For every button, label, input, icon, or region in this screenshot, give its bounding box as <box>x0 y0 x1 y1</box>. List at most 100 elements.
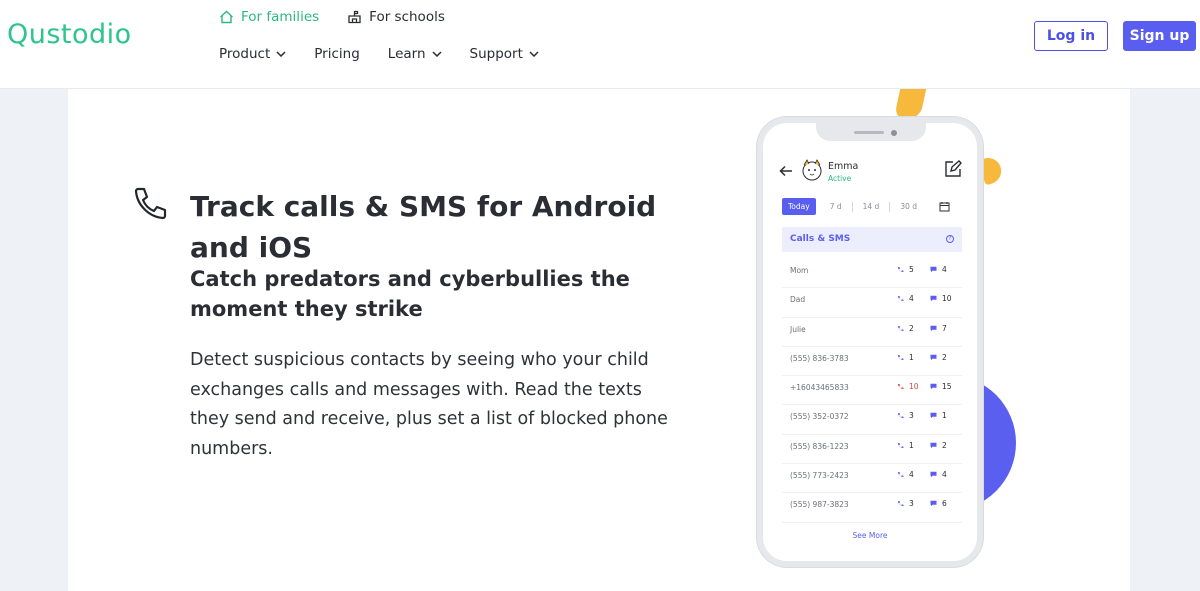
nav-pricing[interactable]: Pricing <box>314 46 360 62</box>
qustodio-logo[interactable]: Qustodio <box>7 19 132 50</box>
sms-count-value: 2 <box>942 440 947 450</box>
list-item[interactable]: Dad 4 10 <box>782 288 962 318</box>
for-families-link[interactable]: For families <box>219 8 319 26</box>
nav-support-label: Support <box>469 46 523 62</box>
contact-name: Mom <box>790 266 809 275</box>
sms-count: 7 <box>930 324 947 333</box>
audience-nav: For families For schools <box>219 8 445 26</box>
chevron-down-icon <box>431 51 442 57</box>
call-count-value: 3 <box>909 499 914 509</box>
section-title: Calls & SMS <box>790 234 851 244</box>
calls-sms-section: Calls & SMS ? <box>782 227 962 252</box>
edit-icon[interactable] <box>944 160 962 178</box>
for-schools-label: For schools <box>369 9 445 25</box>
nav-support[interactable]: Support <box>470 46 539 62</box>
list-item[interactable]: Julie 2 7 <box>782 318 962 347</box>
sms-count-value: 2 <box>942 352 947 362</box>
list-item[interactable]: +16043465833 10 15 <box>782 376 962 406</box>
call-count: 4 <box>897 470 914 479</box>
avatar-icon <box>802 159 822 181</box>
sms-count-value: 10 <box>942 294 952 304</box>
message-icon <box>930 383 937 390</box>
chevron-down-icon <box>276 51 286 57</box>
sms-count: 6 <box>930 499 947 508</box>
list-item[interactable]: (555) 352-0372 3 1 <box>782 405 962 435</box>
message-icon <box>930 354 937 361</box>
call-icon <box>898 267 904 272</box>
sms-count-value: 4 <box>942 470 947 480</box>
message-icon <box>930 325 937 331</box>
feature-subtitle: Catch predators and cyberbullies the mom… <box>190 267 630 321</box>
tab-14d[interactable]: 14 d <box>853 201 891 212</box>
site-header: Qustodio For families For schools Produc… <box>0 0 1200 89</box>
call-count-value: 4 <box>909 294 914 304</box>
contact-name: Dad <box>790 295 806 305</box>
for-families-label: For families <box>241 9 320 25</box>
tab-today[interactable]: Today <box>782 198 816 215</box>
sms-count-value: 7 <box>942 323 947 333</box>
call-icon <box>898 325 904 331</box>
nav-product[interactable]: Product <box>219 46 286 62</box>
call-count-value: 3 <box>909 411 914 421</box>
nav-learn-label: Learn <box>387 46 426 62</box>
home-icon <box>220 10 233 24</box>
message-icon <box>930 471 937 478</box>
message-icon <box>930 501 937 507</box>
sms-count-value: 1 <box>942 411 947 421</box>
for-schools-link[interactable]: For schools <box>347 8 445 26</box>
nav-learn[interactable]: Learn <box>388 46 442 62</box>
calendar-icon[interactable] <box>939 201 950 212</box>
nav-pricing-label: Pricing <box>314 46 360 62</box>
call-icon <box>898 354 904 360</box>
contact-name: (555) 773-2423 <box>790 471 849 481</box>
call-icon <box>898 442 904 448</box>
feature-description: Detect suspicious contacts by seeing who… <box>190 350 668 459</box>
call-count: 2 <box>897 324 914 333</box>
sms-count: 2 <box>930 441 947 450</box>
sms-count: 15 <box>930 382 952 391</box>
sms-count-value: 6 <box>942 499 947 509</box>
call-icon <box>898 472 904 478</box>
message-icon <box>930 266 937 273</box>
see-more-link[interactable]: See More <box>763 531 977 540</box>
call-count-value: 2 <box>909 323 914 333</box>
message-icon <box>930 413 937 419</box>
call-count-value: 5 <box>909 265 914 274</box>
phone-call-icon <box>134 187 167 220</box>
phone-notch <box>816 123 926 141</box>
period-tabs: Today 7 d 14 d 30 d <box>782 198 927 215</box>
list-item[interactable]: Mom 5 4 <box>782 259 962 289</box>
list-item[interactable]: (555) 773-2423 4 4 <box>782 464 962 494</box>
chevron-down-icon <box>529 51 539 57</box>
sms-count: 10 <box>930 294 952 303</box>
call-icon <box>898 413 904 419</box>
contact-name: (555) 836-3783 <box>790 353 849 363</box>
child-status: Active <box>828 174 852 183</box>
sms-count: 1 <box>930 411 947 420</box>
sms-count: 4 <box>930 470 947 479</box>
nav-product-label: Product <box>219 46 271 62</box>
tab-30d[interactable]: 30 d <box>890 202 927 212</box>
missed-call-icon <box>898 384 904 390</box>
help-icon[interactable]: ? <box>946 235 954 243</box>
tab-7d[interactable]: 7 d <box>820 201 853 212</box>
list-item[interactable]: (555) 987-3823 3 6 <box>782 493 962 523</box>
call-count: 1 <box>897 353 914 362</box>
phone-speaker <box>854 131 884 134</box>
contact-name: Julie <box>790 324 806 334</box>
back-arrow-icon[interactable] <box>779 165 793 177</box>
sms-count: 2 <box>930 353 947 362</box>
call-icon <box>898 296 904 302</box>
call-icon <box>898 501 904 507</box>
signup-button[interactable]: Sign up <box>1123 21 1196 51</box>
login-button[interactable]: Log in <box>1034 21 1108 51</box>
contact-name: (555) 836-1223 <box>790 441 849 451</box>
list-item[interactable]: (555) 836-3783 1 2 <box>782 347 962 377</box>
contact-name: (555) 352-0372 <box>790 412 849 422</box>
list-item[interactable]: (555) 836-1223 1 2 <box>782 435 962 465</box>
contacts-list: Mom 5 4 Dad 4 10 Julie 2 7 (555) 836-3783 1 2 +16043… <box>782 259 962 523</box>
call-count-value: 1 <box>909 440 914 450</box>
contact-name: +16043465833 <box>790 383 849 393</box>
call-count-value: 1 <box>909 352 914 362</box>
message-icon <box>930 442 937 449</box>
